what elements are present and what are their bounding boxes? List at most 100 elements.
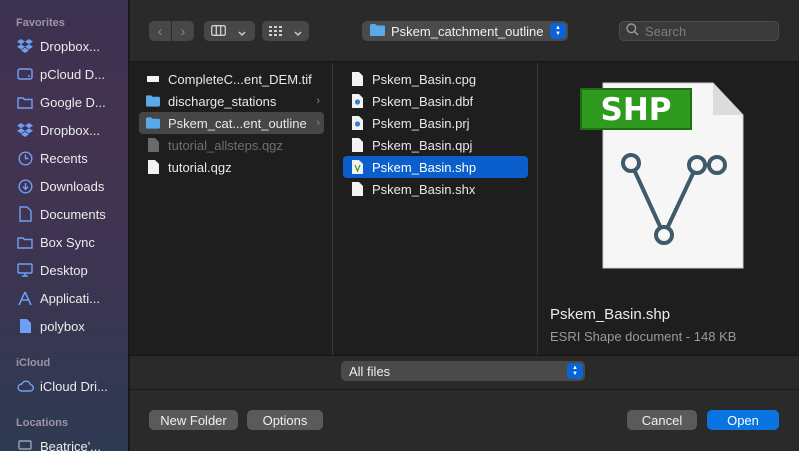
sidebar-item-label: Documents bbox=[40, 206, 106, 222]
column-1: CompleteC...ent_DEM.tif discharge_statio… bbox=[130, 63, 333, 355]
list-item[interactable]: Pskem_Basin.cpg bbox=[343, 68, 528, 90]
list-item[interactable]: tutorial_allsteps.qgz bbox=[139, 134, 324, 156]
search-input[interactable] bbox=[645, 23, 765, 39]
shp-badge-label: SHP bbox=[601, 92, 672, 128]
sidebar-item-box-sync[interactable]: Box Sync bbox=[16, 230, 126, 254]
sidebar-item-google-drive[interactable]: Google D... bbox=[16, 90, 126, 114]
sidebar-item-label: Desktop bbox=[40, 262, 88, 278]
sidebar-section-icloud: iCloud bbox=[16, 357, 51, 369]
file-type-filter-label: All files bbox=[349, 363, 391, 379]
list-item[interactable]: Pskem_cat...ent_outline › bbox=[139, 112, 324, 134]
bottom-bar: All files ▲ ▼ New Folder Options Cancel O… bbox=[130, 355, 799, 451]
columns-view-icon bbox=[211, 24, 226, 39]
dropbox-icon bbox=[16, 121, 34, 139]
file-icon bbox=[350, 137, 364, 153]
file-icon bbox=[146, 159, 160, 175]
sidebar-item-applications[interactable]: Applicati... bbox=[16, 286, 126, 310]
list-item[interactable]: tutorial.qgz bbox=[139, 156, 324, 178]
search-field[interactable] bbox=[619, 21, 779, 41]
chevron-left-icon: ‹ bbox=[157, 23, 163, 39]
download-icon bbox=[16, 177, 34, 195]
cloud-icon bbox=[16, 377, 34, 395]
sidebar-item-polybox[interactable]: polybox bbox=[16, 314, 126, 338]
new-folder-button[interactable]: New Folder bbox=[149, 410, 238, 430]
forward-button[interactable]: › bbox=[172, 21, 194, 41]
file-icon bbox=[16, 317, 34, 335]
sidebar-item-label: Google D... bbox=[40, 94, 106, 110]
folder-icon bbox=[370, 23, 385, 39]
group-by-button[interactable] bbox=[262, 21, 309, 41]
file-icon bbox=[146, 71, 160, 87]
applications-icon bbox=[16, 289, 34, 307]
file-icon bbox=[350, 71, 364, 87]
folder-icon bbox=[16, 233, 34, 251]
list-item[interactable]: Pskem_Basin.prj bbox=[343, 112, 528, 134]
sidebar-item-dropbox-2[interactable]: Dropbox... bbox=[16, 118, 126, 142]
column-2: Pskem_Basin.cpg Pskem_Basin.dbf Pskem_Ba… bbox=[334, 63, 538, 355]
qgis-file-icon bbox=[350, 93, 364, 109]
sidebar-item-label: Downloads bbox=[40, 178, 105, 194]
chevron-right-icon: › bbox=[316, 95, 320, 107]
dropbox-icon bbox=[16, 37, 34, 55]
preview-file-description: ESRI Shape document - 148 KB bbox=[550, 329, 737, 344]
chevron-down-icon bbox=[294, 24, 302, 39]
sidebar-item-icloud-drive[interactable]: iCloud Dri... bbox=[16, 374, 126, 398]
sidebar-item-label: Applicati... bbox=[40, 290, 100, 306]
folder-icon bbox=[146, 115, 160, 131]
file-icon bbox=[146, 137, 160, 153]
grid-icon bbox=[269, 24, 282, 39]
sidebar-item-recents[interactable]: Recents bbox=[16, 146, 126, 170]
sidebar: Favorites Dropbox... pCloud D... Google … bbox=[0, 0, 129, 451]
toolbar: ‹ › Pskem_catchment_outline ▲ ▼ bbox=[130, 0, 799, 62]
up-down-arrows-icon: ▲ ▼ bbox=[550, 23, 566, 39]
file-browser: CompleteC...ent_DEM.tif discharge_statio… bbox=[130, 63, 799, 355]
search-icon bbox=[626, 23, 639, 39]
chevron-down-icon bbox=[238, 24, 246, 39]
up-down-arrows-icon: ▲ ▼ bbox=[567, 363, 583, 379]
sidebar-section-locations: Locations bbox=[16, 417, 68, 429]
desktop-icon bbox=[16, 261, 34, 279]
list-item[interactable]: Pskem_Basin.shp bbox=[343, 156, 528, 178]
clock-icon bbox=[16, 149, 34, 167]
preview-pane: SHP Pskem_Basin.shp ESRI Shape document … bbox=[539, 63, 799, 355]
computer-icon bbox=[16, 437, 34, 451]
drive-icon bbox=[16, 65, 34, 83]
document-icon bbox=[16, 205, 34, 223]
shp-document-icon: SHP bbox=[580, 82, 744, 269]
sidebar-item-desktop[interactable]: Desktop bbox=[16, 258, 126, 282]
cancel-button[interactable]: Cancel bbox=[627, 410, 697, 430]
sidebar-item-label: Box Sync bbox=[40, 234, 95, 250]
sidebar-item-pcloud[interactable]: pCloud D... bbox=[16, 62, 126, 86]
options-button[interactable]: Options bbox=[247, 410, 323, 430]
file-type-filter[interactable]: All files ▲ ▼ bbox=[341, 361, 585, 381]
chevron-right-icon: › bbox=[316, 117, 320, 129]
sidebar-item-documents[interactable]: Documents bbox=[16, 202, 126, 226]
sidebar-section-favorites: Favorites bbox=[16, 17, 65, 29]
open-button[interactable]: Open bbox=[707, 410, 779, 430]
file-icon bbox=[350, 181, 364, 197]
list-item[interactable]: discharge_stations › bbox=[139, 90, 324, 112]
folder-icon bbox=[146, 93, 160, 109]
sidebar-item-dropbox-1[interactable]: Dropbox... bbox=[16, 34, 126, 58]
list-item[interactable]: Pskem_Basin.shx bbox=[343, 178, 528, 200]
sidebar-item-label: Beatrice'... bbox=[40, 438, 102, 451]
qgis-file-icon bbox=[350, 115, 364, 131]
back-button[interactable]: ‹ bbox=[149, 21, 171, 41]
sidebar-item-label: Recents bbox=[40, 150, 88, 166]
location-popup[interactable]: Pskem_catchment_outline ▲ ▼ bbox=[362, 21, 568, 41]
chevron-right-icon: › bbox=[180, 23, 186, 39]
sidebar-item-label: Dropbox... bbox=[40, 38, 100, 54]
sidebar-item-downloads[interactable]: Downloads bbox=[16, 174, 126, 198]
sidebar-item-computer[interactable]: Beatrice'... bbox=[16, 434, 126, 451]
shp-file-icon bbox=[350, 159, 364, 175]
list-item[interactable]: Pskem_Basin.qpj bbox=[343, 134, 528, 156]
sidebar-item-label: Dropbox... bbox=[40, 122, 100, 138]
list-item[interactable]: Pskem_Basin.dbf bbox=[343, 90, 528, 112]
sidebar-item-label: iCloud Dri... bbox=[40, 378, 108, 394]
sidebar-item-label: polybox bbox=[40, 318, 85, 334]
view-mode-button[interactable] bbox=[204, 21, 255, 41]
folder-icon bbox=[16, 93, 34, 111]
preview-file-name: Pskem_Basin.shp bbox=[550, 306, 671, 323]
list-item[interactable]: CompleteC...ent_DEM.tif bbox=[139, 68, 324, 90]
nav-back-forward: ‹ › bbox=[149, 21, 194, 41]
